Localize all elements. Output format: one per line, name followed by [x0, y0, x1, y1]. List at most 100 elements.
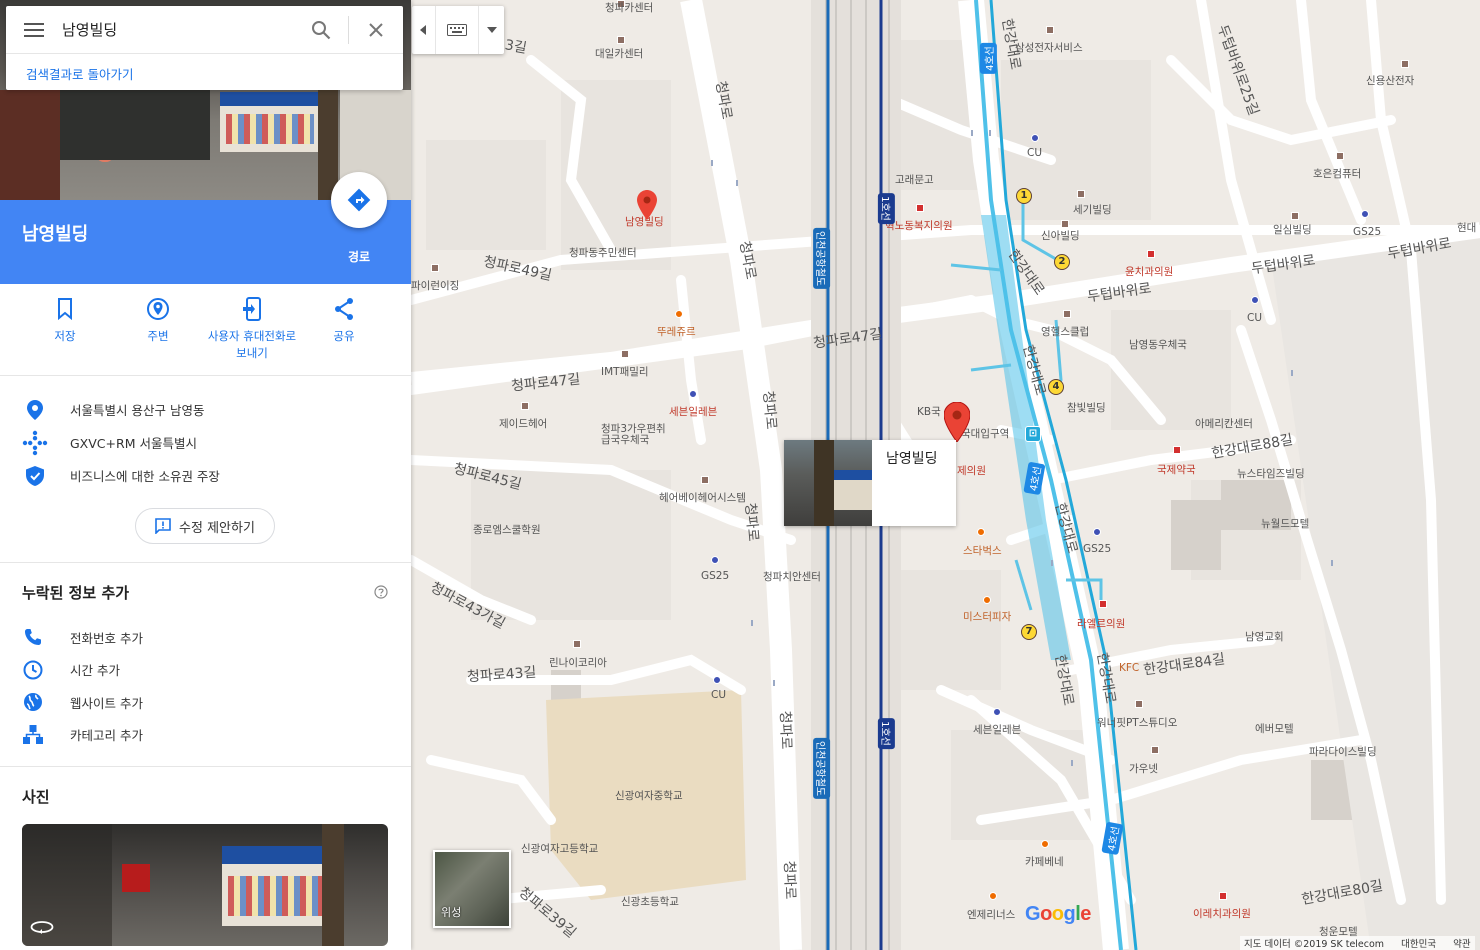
- map-place-label[interactable]: 신광여자중학교: [615, 788, 683, 803]
- map-place-dot[interactable]: [989, 892, 997, 900]
- map-place-label[interactable]: 에버모텔: [1255, 721, 1294, 736]
- station-exit[interactable]: 2: [1054, 254, 1070, 270]
- map-place-dot[interactable]: [1401, 60, 1409, 68]
- map-place-dot[interactable]: [573, 640, 581, 648]
- map-place-dot[interactable]: [1031, 134, 1039, 142]
- map-place-dot[interactable]: [431, 264, 439, 272]
- map-place-dot[interactable]: [1151, 746, 1159, 754]
- clear-search-button[interactable]: [349, 6, 403, 54]
- map-place-dot[interactable]: [521, 402, 529, 410]
- place-thumbnail[interactable]: [784, 440, 872, 526]
- save-button[interactable]: 저장: [19, 296, 111, 345]
- add-category-row[interactable]: 카테고리 추가: [0, 719, 411, 752]
- map-place-label[interactable]: 청파카센터: [605, 0, 653, 15]
- keyboard-button[interactable]: [436, 6, 478, 54]
- map-place-dot[interactable]: [1063, 310, 1071, 318]
- map-place-label[interactable]: 신아빌딩: [1041, 228, 1080, 243]
- terms-link[interactable]: 약관: [1453, 939, 1470, 950]
- map-place-dot[interactable]: [1077, 190, 1085, 198]
- map-place-dot[interactable]: [977, 528, 985, 536]
- map-place-dot[interactable]: [675, 310, 683, 318]
- send-to-phone-button[interactable]: 사용자 휴대전화로 보내기: [205, 296, 299, 362]
- map-place-label[interactable]: 청파3가우편취급국우체국: [601, 424, 671, 446]
- directions-label[interactable]: 경로: [330, 248, 388, 265]
- map-place-label[interactable]: 엔제리너스: [967, 907, 1015, 922]
- map-place-label[interactable]: 가우넷: [1129, 761, 1158, 776]
- map-place-label[interactable]: 세븐일레븐: [973, 722, 1021, 737]
- map-place-label[interactable]: 남영동우체국: [1129, 337, 1187, 352]
- map-place-label[interactable]: 뚜레쥬르: [657, 324, 696, 339]
- map-place-label[interactable]: CU: [1247, 312, 1262, 324]
- map-place-dot[interactable]: [701, 476, 709, 484]
- help-button[interactable]: [374, 584, 388, 603]
- map-place-label[interactable]: 미스터피자: [963, 609, 1011, 624]
- map-place-label[interactable]: GS25: [1083, 543, 1111, 555]
- menu-button[interactable]: [6, 6, 62, 54]
- map-place-label[interactable]: 현대: [1457, 220, 1476, 235]
- back-to-results-link[interactable]: 검색결과로 돌아가기: [6, 54, 403, 83]
- map-place-label[interactable]: 신광초등학교: [621, 894, 679, 909]
- map-place-label[interactable]: GS25: [701, 570, 729, 582]
- map-place-label[interactable]: 뉴월드모텔: [1261, 516, 1309, 531]
- map-place-label[interactable]: 일심빌딩: [1273, 222, 1312, 237]
- address-row[interactable]: 서울특별시 용산구 남영동: [0, 393, 411, 426]
- map-place-label[interactable]: 청파치안센터: [763, 569, 821, 584]
- map-place-dot[interactable]: [1219, 892, 1227, 900]
- map-marker-icon[interactable]: [637, 190, 657, 220]
- map-place-dot[interactable]: [983, 596, 991, 604]
- add-hours-row[interactable]: 시간 추가: [0, 654, 411, 687]
- search-button[interactable]: [294, 6, 348, 54]
- map-place-dot[interactable]: [1361, 210, 1369, 218]
- map-place-label[interactable]: 신광여자고등학교: [521, 841, 598, 856]
- map-place-label[interactable]: 종로엠스쿨학원: [473, 522, 541, 537]
- search-input[interactable]: [62, 20, 294, 39]
- add-phone-row[interactable]: 전화번호 추가: [0, 621, 411, 654]
- map-card-title[interactable]: 남영빌딩: [872, 440, 938, 526]
- map-place-dot[interactable]: [1041, 840, 1049, 848]
- station-exit[interactable]: 4: [1048, 379, 1064, 395]
- map-place-label[interactable]: CU: [711, 689, 726, 701]
- map-place-dot[interactable]: [1135, 700, 1143, 708]
- map-place-label[interactable]: 파라다이스빌딩: [1309, 744, 1377, 759]
- selected-place-marker-icon[interactable]: [944, 402, 970, 442]
- collapse-panel-button[interactable]: [412, 6, 436, 54]
- map-place-label[interactable]: 스타벅스: [963, 543, 1002, 558]
- map-place-label[interactable]: 파이런이징: [411, 278, 459, 293]
- map-place-dot[interactable]: [1099, 600, 1107, 608]
- map-place-label[interactable]: 신용산전자: [1366, 73, 1414, 88]
- map-place-dot[interactable]: [1251, 296, 1259, 304]
- satellite-layer-toggle[interactable]: 위성: [433, 850, 511, 928]
- map-place-label[interactable]: 아메리칸센터: [1195, 416, 1253, 431]
- map-place-dot[interactable]: [1093, 528, 1101, 536]
- map-place-dot[interactable]: [1173, 446, 1181, 454]
- map-place-dot[interactable]: [713, 676, 721, 684]
- map-place-label[interactable]: 남영교회: [1245, 629, 1284, 644]
- map-place-label[interactable]: 혁노동복지의원: [885, 218, 953, 233]
- station-exit[interactable]: 1: [1016, 188, 1032, 204]
- map-place-label[interactable]: 영헬스클럽: [1041, 324, 1089, 339]
- map-place-label[interactable]: 윤치과의원: [1125, 264, 1173, 279]
- plus-code-row[interactable]: GXVC+RM 서울특별시: [0, 426, 411, 459]
- map-place-dot[interactable]: [617, 36, 625, 44]
- claim-business-row[interactable]: 비즈니스에 대한 소유권 주장: [0, 459, 411, 492]
- map-place-label[interactable]: 삼성전자서비스: [1015, 40, 1083, 55]
- map-place-dot[interactable]: [621, 350, 629, 358]
- share-button[interactable]: 공유: [298, 296, 390, 345]
- map-place-dot[interactable]: [1046, 26, 1054, 34]
- map-place-dot[interactable]: [916, 204, 924, 212]
- street-view-photo[interactable]: [22, 824, 388, 946]
- map-place-label[interactable]: 라엘르의원: [1077, 616, 1125, 631]
- map-place-dot[interactable]: [1147, 250, 1155, 258]
- add-website-row[interactable]: 웹사이트 추가: [0, 686, 411, 719]
- map-place-label[interactable]: 국제약국: [1157, 462, 1196, 477]
- map-place-label[interactable]: 헤어베이헤어시스템: [659, 490, 746, 505]
- map-place-dot[interactable]: [993, 708, 1001, 716]
- input-tools-dropdown[interactable]: [478, 6, 504, 54]
- map-place-label[interactable]: KB국: [917, 404, 941, 419]
- map-place-label[interactable]: 세기빌딩: [1073, 202, 1112, 217]
- map-place-label[interactable]: GS25: [1353, 226, 1381, 238]
- nearby-button[interactable]: 주변: [112, 296, 204, 345]
- map-place-dot[interactable]: [1336, 152, 1344, 160]
- map-place-label[interactable]: 린나이코리아: [549, 655, 607, 670]
- map-place-label[interactable]: 워너핏PT스튜디오: [1097, 715, 1177, 730]
